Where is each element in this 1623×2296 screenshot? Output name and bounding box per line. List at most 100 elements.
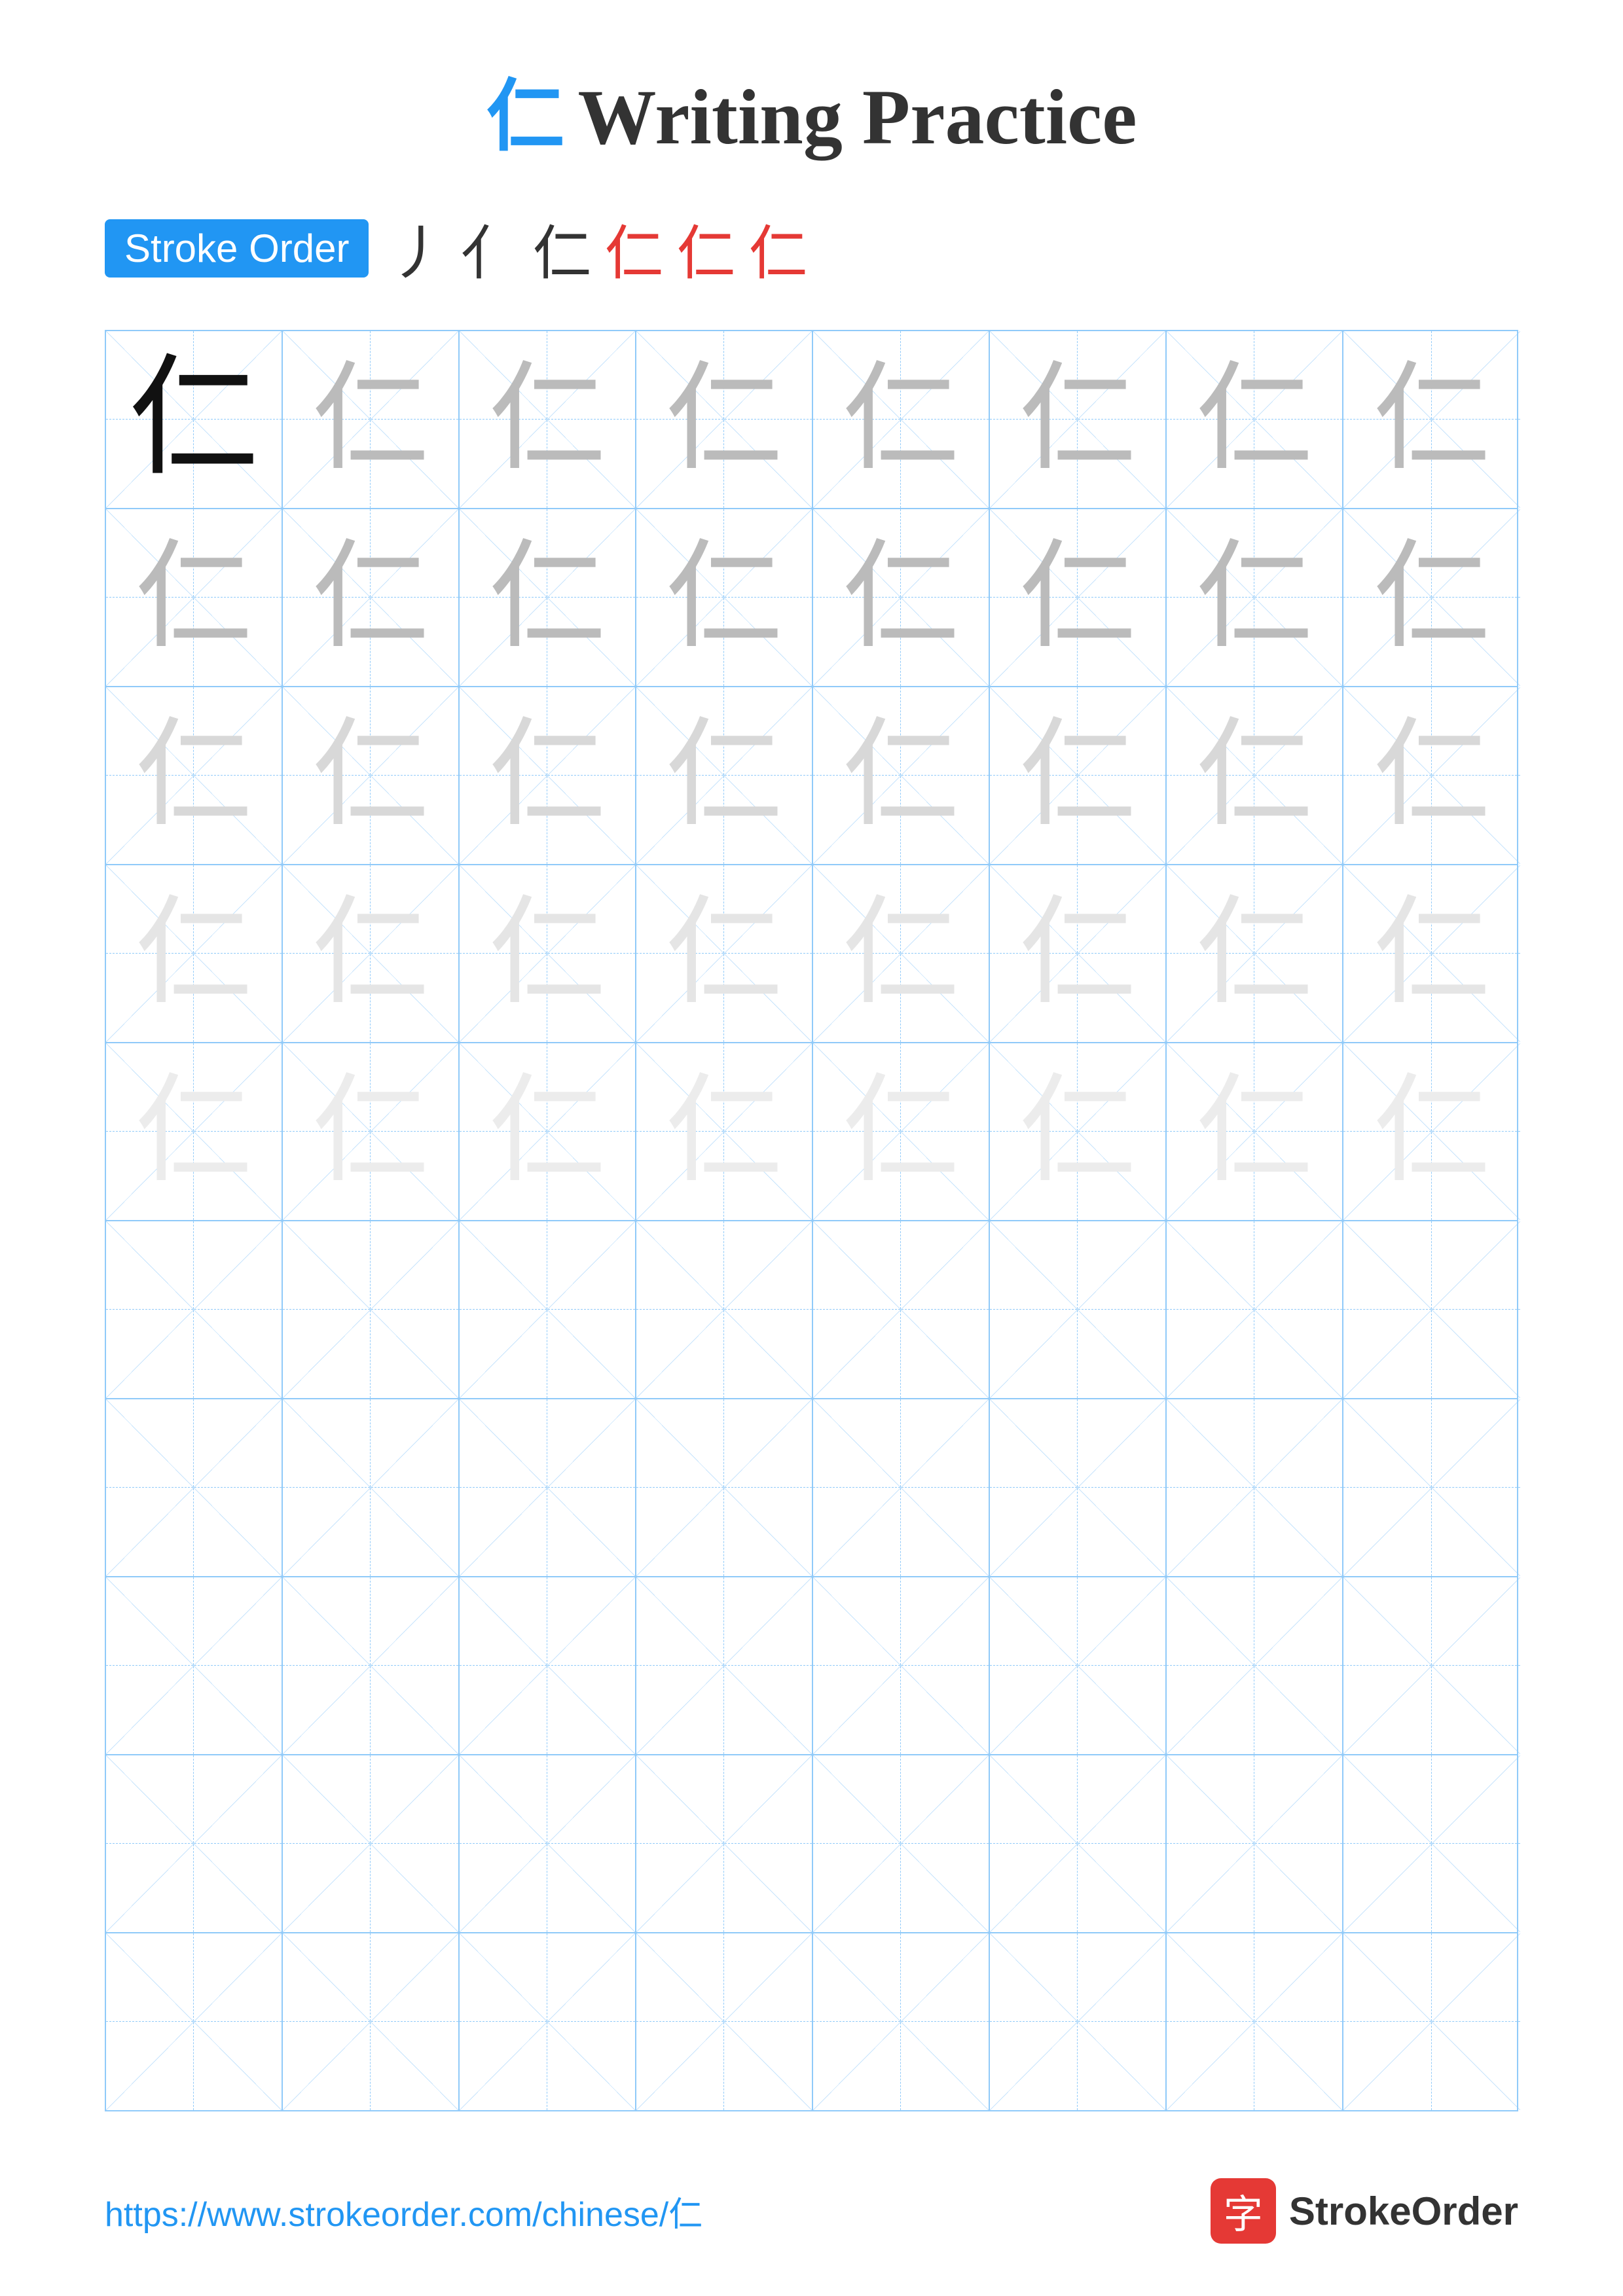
practice-char: 仁: [1373, 361, 1491, 478]
grid-cell-empty[interactable]: [636, 1399, 813, 1576]
grid-cell: 仁: [636, 509, 813, 686]
grid-cell-empty[interactable]: [990, 1399, 1167, 1576]
grid-cell-empty[interactable]: [283, 1933, 460, 2110]
grid-cell: 仁: [283, 1043, 460, 1220]
practice-char: 仁: [135, 895, 253, 1013]
grid-cell: 仁: [1167, 331, 1343, 508]
practice-grid: 仁 仁 仁 仁 仁 仁 仁 仁: [105, 330, 1518, 2111]
practice-char: 仁: [842, 895, 960, 1013]
grid-cell: 仁: [636, 331, 813, 508]
grid-cell-empty[interactable]: [283, 1755, 460, 1932]
practice-char: 仁: [312, 361, 429, 478]
grid-cell-empty[interactable]: [1167, 1577, 1343, 1754]
grid-cell: 仁: [460, 509, 636, 686]
grid-cell-empty[interactable]: [106, 1577, 283, 1754]
practice-char: 仁: [1019, 361, 1137, 478]
grid-row-empty: [106, 1577, 1517, 1755]
practice-char: 仁: [665, 1073, 783, 1191]
practice-char: 仁: [1019, 895, 1137, 1013]
grid-cell-empty[interactable]: [106, 1399, 283, 1576]
grid-cell-empty[interactable]: [460, 1399, 636, 1576]
grid-cell-empty[interactable]: [460, 1933, 636, 2110]
practice-char: 仁: [135, 717, 253, 834]
practice-char: 仁: [842, 539, 960, 656]
grid-cell: 仁: [106, 687, 283, 864]
title-chinese-char: 仁: [486, 73, 564, 160]
practice-char: 仁: [488, 717, 606, 834]
practice-char: 仁: [1019, 717, 1137, 834]
grid-cell-empty[interactable]: [1343, 1577, 1520, 1754]
practice-char: 仁: [135, 539, 253, 656]
grid-cell-empty[interactable]: [1167, 1755, 1343, 1932]
grid-cell: 仁: [813, 865, 990, 1042]
grid-row: 仁 仁 仁 仁 仁 仁 仁 仁: [106, 687, 1517, 865]
grid-cell-empty[interactable]: [813, 1933, 990, 2110]
grid-cell-empty[interactable]: [460, 1221, 636, 1398]
grid-cell-empty[interactable]: [990, 1755, 1167, 1932]
grid-cell-empty[interactable]: [106, 1755, 283, 1932]
grid-cell-empty[interactable]: [813, 1577, 990, 1754]
grid-cell-empty[interactable]: [106, 1221, 283, 1398]
footer-brand: 字 StrokeOrder: [1211, 2178, 1518, 2244]
grid-cell-empty[interactable]: [1167, 1933, 1343, 2110]
grid-cell-empty[interactable]: [283, 1399, 460, 1576]
grid-cell-empty[interactable]: [1343, 1399, 1520, 1576]
grid-cell-empty[interactable]: [1343, 1933, 1520, 2110]
practice-char: 仁: [1195, 361, 1313, 478]
grid-cell: 仁: [990, 331, 1167, 508]
grid-cell-empty[interactable]: [283, 1577, 460, 1754]
grid-row: 仁 仁 仁 仁 仁 仁 仁 仁: [106, 865, 1517, 1043]
grid-cell: 仁: [813, 331, 990, 508]
title-label: Writing Practice: [577, 73, 1137, 160]
grid-cell-empty[interactable]: [460, 1577, 636, 1754]
stroke-1: 丿: [388, 206, 447, 291]
grid-cell: 仁: [106, 1043, 283, 1220]
grid-cell-empty[interactable]: [636, 1577, 813, 1754]
grid-cell: 仁: [1167, 509, 1343, 686]
grid-cell-empty[interactable]: [813, 1221, 990, 1398]
stroke-6: 仁: [748, 206, 807, 291]
grid-cell-empty[interactable]: [460, 1755, 636, 1932]
grid-cell-empty[interactable]: [813, 1399, 990, 1576]
grid-cell: 仁: [1343, 509, 1520, 686]
grid-cell-empty[interactable]: [990, 1221, 1167, 1398]
grid-cell-empty[interactable]: [636, 1221, 813, 1398]
practice-char: 仁: [1373, 1073, 1491, 1191]
grid-cell-empty[interactable]: [1343, 1755, 1520, 1932]
practice-char: 仁: [488, 361, 606, 478]
grid-cell: 仁: [813, 509, 990, 686]
stroke-order-badge: Stroke Order: [105, 219, 369, 278]
grid-cell-empty[interactable]: [990, 1933, 1167, 2110]
grid-row-empty: [106, 1933, 1517, 2110]
grid-cell-empty[interactable]: [813, 1755, 990, 1932]
grid-cell-empty[interactable]: [283, 1221, 460, 1398]
practice-char: 仁: [1195, 895, 1313, 1013]
grid-cell-empty[interactable]: [636, 1755, 813, 1932]
grid-cell-empty[interactable]: [1343, 1221, 1520, 1398]
grid-cell-empty[interactable]: [1167, 1221, 1343, 1398]
grid-cell: 仁: [1343, 1043, 1520, 1220]
grid-cell: 仁: [1167, 865, 1343, 1042]
practice-char: 仁: [1373, 539, 1491, 656]
grid-row: 仁 仁 仁 仁 仁 仁 仁 仁: [106, 331, 1517, 509]
grid-cell: 仁: [636, 687, 813, 864]
grid-cell: 仁: [283, 331, 460, 508]
practice-char: 仁: [842, 361, 960, 478]
stroke-order-section: Stroke Order 丿 亻 仁 仁 仁 仁: [0, 206, 1623, 291]
practice-char: 仁: [128, 354, 259, 485]
practice-char: 仁: [488, 895, 606, 1013]
footer: https://www.strokeorder.com/chinese/仁 字 …: [105, 2178, 1518, 2244]
grid-cell: 仁: [990, 509, 1167, 686]
practice-char: 仁: [665, 895, 783, 1013]
grid-cell-empty[interactable]: [106, 1933, 283, 2110]
practice-char: 仁: [1195, 539, 1313, 656]
grid-cell: 仁: [106, 509, 283, 686]
grid-cell-empty[interactable]: [1167, 1399, 1343, 1576]
grid-cell-empty[interactable]: [636, 1933, 813, 2110]
grid-cell: 仁: [990, 687, 1167, 864]
stroke-sequence: 丿 亻 仁 仁 仁 仁: [388, 206, 807, 291]
grid-cell: 仁: [283, 865, 460, 1042]
brand-icon: 字: [1211, 2178, 1276, 2244]
grid-cell-empty[interactable]: [990, 1577, 1167, 1754]
practice-char: 仁: [488, 539, 606, 656]
